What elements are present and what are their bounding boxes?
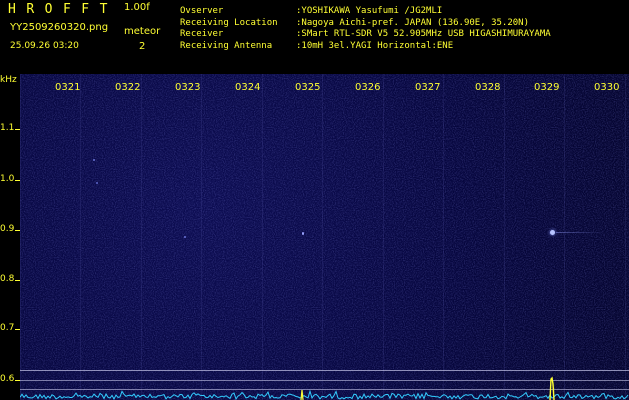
info-key: Receiving Antenna <box>180 40 273 51</box>
noise-speck <box>184 236 186 238</box>
minute-gridline <box>141 74 142 400</box>
minute-gridline <box>443 74 444 400</box>
y-tick-label: 1.1 <box>0 123 15 133</box>
y-tick-label: 0.7 <box>0 323 15 333</box>
info-value: :Nagoya Aichi-pref. JAPAN (136.90E, 35.2… <box>296 17 529 28</box>
header-panel: HROFFT 1.00f YY2509260320.png meteor 25.… <box>0 0 629 74</box>
info-row-location: Receiving Location :Nagoya Aichi-pref. J… <box>180 18 551 30</box>
spectrogram: 0321 0322 0323 0324 0325 0326 0327 0328 … <box>20 74 629 400</box>
info-key: Receiving Location <box>180 17 278 28</box>
meteor-echo <box>302 232 304 235</box>
app-version: 1.00f <box>124 2 150 13</box>
time-label: 0321 <box>55 82 81 93</box>
meteor-spike <box>300 389 304 400</box>
spectrum-trace <box>20 376 629 400</box>
time-label: 0322 <box>115 82 141 93</box>
time-label: 0324 <box>235 82 261 93</box>
y-tick-label: 0.6 <box>0 374 15 384</box>
frequency-unit: kHz <box>0 75 17 85</box>
time-label: 0325 <box>295 82 321 93</box>
info-key: Receiver <box>180 29 224 39</box>
time-label: 0329 <box>534 82 560 93</box>
minute-gridline <box>20 74 21 400</box>
info-row-antenna: Receiving Antenna :10mH 3el.YAGI Horizon… <box>180 41 551 53</box>
minute-gridline <box>201 74 202 400</box>
y-tick-label: 0.8 <box>0 274 15 284</box>
capture-timestamp: 25.09.26 03:20 <box>10 41 79 51</box>
minute-gridline <box>625 74 626 400</box>
meteor-echo <box>550 230 555 235</box>
info-row-receiver: Receiver :SMart RTL-SDR V5 52.905MHz USB… <box>180 29 551 41</box>
file-name: YY2509260320.png <box>10 22 109 33</box>
noise-speck <box>93 159 95 161</box>
info-row-observer: Ovserver :YOSHIKAWA Yasufumi /JG2MLI <box>180 6 551 18</box>
spectrum-line <box>20 389 629 400</box>
minute-gridline <box>564 74 565 400</box>
minute-gridline <box>80 74 81 400</box>
minute-gridline <box>383 74 384 400</box>
meteor-count: 2 <box>139 41 146 52</box>
minute-gridline <box>322 74 323 400</box>
y-tick-label: 1.0 <box>0 174 15 184</box>
info-value: :10mH 3el.YAGI Horizontal:ENE <box>296 40 454 51</box>
time-label: 0328 <box>475 82 501 93</box>
noise-speck <box>96 182 98 184</box>
time-label: 0327 <box>415 82 441 93</box>
meteor-spike <box>549 376 555 400</box>
meteor-echo-trail <box>556 232 606 233</box>
y-tick-label: 0.9 <box>0 224 15 234</box>
info-value: :SMart RTL-SDR V5 52.905MHz USB HIGASHIM… <box>296 29 551 39</box>
app-brand: HROFFT <box>8 2 118 17</box>
reference-line <box>20 370 629 371</box>
noise-texture <box>20 74 629 400</box>
frequency-axis: kHz 1.1 1.0 0.9 0.8 0.7 0.6 <box>0 74 20 400</box>
meteor-label: meteor <box>124 26 161 37</box>
time-label: 0330 <box>594 82 620 93</box>
minute-gridline <box>504 74 505 400</box>
minute-gridline <box>262 74 263 400</box>
time-label: 0326 <box>355 82 381 93</box>
station-info: Ovserver :YOSHIKAWA Yasufumi /JG2MLI Rec… <box>180 6 551 52</box>
time-label: 0323 <box>175 82 201 93</box>
info-value: :YOSHIKAWA Yasufumi /JG2MLI <box>296 6 443 16</box>
info-key: Ovserver <box>180 6 224 16</box>
